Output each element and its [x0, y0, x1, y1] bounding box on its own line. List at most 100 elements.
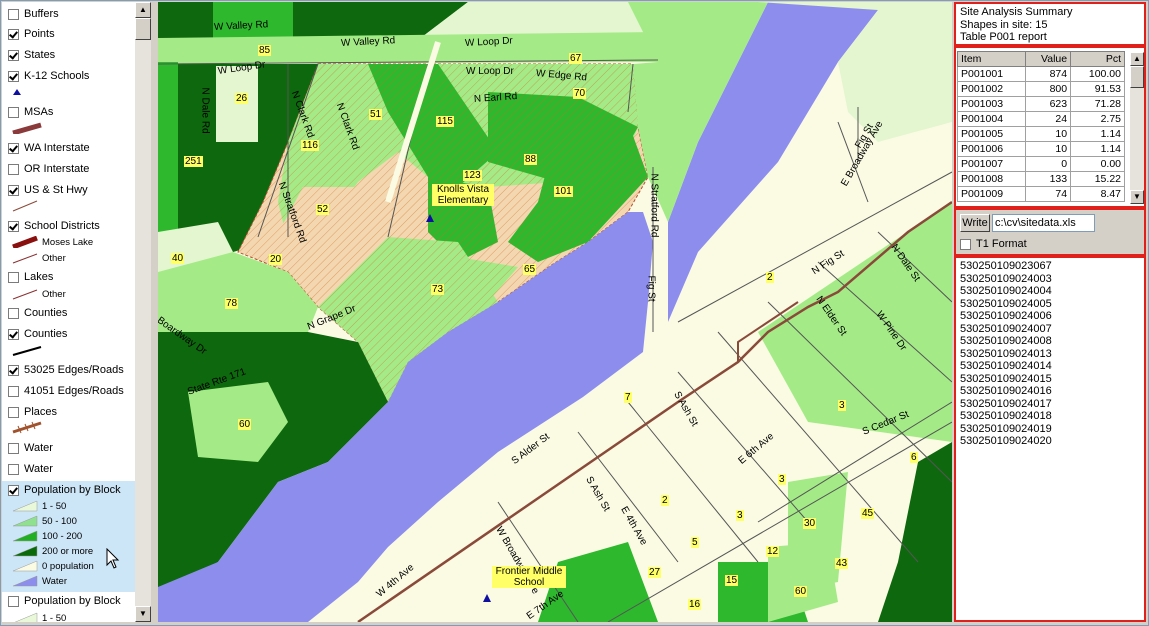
list-item[interactable]: 530250109023067	[960, 260, 1140, 273]
output-path-input[interactable]	[992, 214, 1095, 232]
list-item[interactable]: 530250109024013	[960, 348, 1140, 361]
table-row[interactable]: P001002 800 91.53	[957, 81, 1125, 97]
block-population-label: 3	[838, 400, 846, 411]
legend-layer-5[interactable]: WA Interstate	[8, 140, 90, 156]
scroll-up-icon[interactable]: ▲	[135, 2, 151, 18]
t1-format-checkbox[interactable]	[960, 238, 971, 250]
list-item[interactable]: 530250109024005	[960, 298, 1140, 311]
table-row[interactable]: P001003 623 71.28	[957, 96, 1125, 112]
layer-label: Population by Block	[24, 595, 121, 607]
legend-layer-4[interactable]: MSAs	[8, 104, 53, 120]
legend-layer-6[interactable]: OR Interstate	[8, 161, 89, 177]
list-item[interactable]: 530250109024003	[960, 273, 1140, 286]
class-swatch-icon	[12, 530, 38, 542]
block-id-list[interactable]: 530250109023067 530250109024003 5302501090…	[954, 256, 1146, 622]
layer-checkbox[interactable]	[8, 271, 19, 283]
table-row[interactable]: P001007 0 0.00	[957, 156, 1125, 172]
legend-layer-2[interactable]: States	[8, 47, 55, 63]
legend-layer-18[interactable]: Population by Block	[8, 593, 121, 609]
legend-layer-0[interactable]: Buffers	[8, 6, 59, 22]
legend-layer-11[interactable]: Counties	[8, 326, 67, 342]
scroll-thumb[interactable]	[1130, 66, 1144, 88]
table-row[interactable]: P001004 24 2.75	[957, 111, 1125, 127]
layer-checkbox[interactable]	[8, 8, 19, 20]
legend-layer-8[interactable]: School Districts	[8, 218, 100, 234]
legend-layer-16[interactable]: Water	[8, 461, 53, 477]
pct-cell: 1.14	[1070, 126, 1125, 142]
district-line-icon	[12, 236, 38, 248]
item-cell: P001004	[957, 111, 1026, 127]
col-value[interactable]: Value	[1024, 51, 1072, 67]
map-view[interactable]: W Valley Rd W Valley Rd W Loop Dr W Loop Dr…	[158, 2, 952, 622]
legend-places-symbol	[12, 420, 46, 434]
layer-checkbox[interactable]	[8, 184, 19, 196]
legend-layer-7[interactable]: US & St Hwy	[8, 182, 88, 198]
list-item[interactable]: 530250109024014	[960, 360, 1140, 373]
class-swatch-icon	[12, 575, 38, 587]
layer-checkbox[interactable]	[8, 442, 19, 454]
legend-layer-1[interactable]: Points	[8, 26, 55, 42]
scroll-thumb[interactable]	[135, 18, 151, 40]
legend-layer-13[interactable]: 41051 Edges/Roads	[8, 383, 124, 399]
legend-pop-class-5: Water	[12, 575, 67, 587]
table-row[interactable]: P001001 874 100.00	[957, 66, 1125, 82]
layer-checkbox[interactable]	[8, 595, 19, 607]
layer-checkbox[interactable]	[8, 106, 19, 118]
list-item[interactable]: 530250109024004	[960, 285, 1140, 298]
layer-checkbox[interactable]	[8, 220, 19, 232]
legend-layer-9[interactable]: Lakes	[8, 269, 53, 285]
layer-checkbox[interactable]	[8, 49, 19, 61]
item-cell: P001003	[957, 96, 1026, 112]
legend-layer-12[interactable]: 53025 Edges/Roads	[8, 362, 124, 378]
legend-layer-17[interactable]: Population by Block	[8, 482, 121, 498]
list-item[interactable]: 530250109024016	[960, 385, 1140, 398]
legend-pop-class-0: 1 - 50	[12, 500, 66, 512]
layer-label: Lakes	[24, 271, 54, 283]
legend-layer-10[interactable]: Counties	[8, 305, 67, 321]
legend-highway-symbol	[12, 200, 42, 212]
col-item[interactable]: Item	[957, 51, 1026, 67]
list-item[interactable]: 530250109024018	[960, 410, 1140, 423]
block-population-label: 12	[766, 546, 780, 557]
table-row[interactable]: P001005 10 1.14	[957, 126, 1125, 142]
scroll-up-icon[interactable]: ▲	[1130, 52, 1144, 66]
layer-checkbox[interactable]	[8, 364, 19, 376]
layer-checkbox[interactable]	[8, 385, 19, 397]
scroll-down-icon[interactable]: ▼	[1130, 190, 1144, 204]
block-population-label: 43	[835, 558, 849, 569]
write-button[interactable]: Write	[960, 214, 990, 232]
list-item[interactable]: 530250109024019	[960, 423, 1140, 436]
list-item[interactable]: 530250109024015	[960, 373, 1140, 386]
item-cell: P001005	[957, 126, 1026, 142]
layer-checkbox[interactable]	[8, 163, 19, 175]
col-pct[interactable]: Pct	[1070, 51, 1125, 67]
list-item[interactable]: 530250109024007	[960, 323, 1140, 336]
layer-checkbox[interactable]	[8, 142, 19, 154]
legend-layer-15[interactable]: Water	[8, 440, 53, 456]
list-item[interactable]: 530250109024006	[960, 310, 1140, 323]
block-population-label: 45	[861, 508, 875, 519]
list-item[interactable]: 530250109024017	[960, 398, 1140, 411]
legend-scrollbar[interactable]: ▲ ▼	[135, 2, 151, 622]
table-row[interactable]: P001006 10 1.14	[957, 141, 1125, 157]
layer-checkbox[interactable]	[8, 406, 19, 418]
table-row[interactable]: P001008 133 15.22	[957, 171, 1125, 187]
layer-checkbox[interactable]	[8, 463, 19, 475]
layer-checkbox[interactable]	[8, 484, 19, 496]
scroll-down-icon[interactable]: ▼	[135, 606, 151, 622]
shapes-count: Shapes in site: 15	[960, 18, 1048, 31]
legend-layer-14[interactable]: Places	[8, 404, 57, 420]
layer-checkbox[interactable]	[8, 28, 19, 40]
district-other-line-icon	[12, 253, 38, 264]
layer-checkbox[interactable]	[8, 70, 19, 82]
table-report-name: Table P001 report	[960, 31, 1047, 43]
table-scrollbar[interactable]: ▲ ▼	[1130, 52, 1144, 204]
table-row[interactable]: P001009 74 8.47	[957, 186, 1125, 202]
t1-format-option[interactable]: T1 Format	[960, 238, 1027, 250]
layer-checkbox[interactable]	[8, 328, 19, 340]
layer-checkbox[interactable]	[8, 307, 19, 319]
list-item[interactable]: 530250109024020	[960, 435, 1140, 448]
legend-layer-3[interactable]: K-12 Schools	[8, 68, 89, 84]
list-item[interactable]: 530250109024008	[960, 335, 1140, 348]
block-population-label: 6	[910, 452, 918, 463]
